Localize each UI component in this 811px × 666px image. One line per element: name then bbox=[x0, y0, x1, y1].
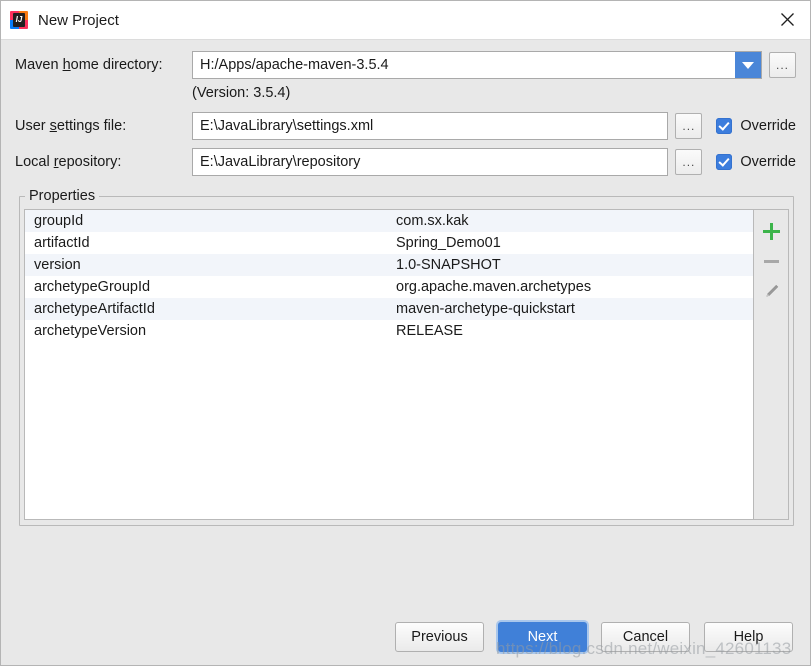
maven-home-browse-button[interactable]: ... bbox=[769, 52, 796, 78]
property-key: archetypeGroupId bbox=[25, 279, 393, 295]
checkbox-checked-icon bbox=[716, 154, 732, 170]
property-key: archetypeVersion bbox=[25, 323, 393, 339]
local-repository-row: Local repository: E:\JavaLibrary\reposit… bbox=[15, 148, 796, 176]
property-value: maven-archetype-quickstart bbox=[393, 301, 753, 317]
user-settings-input[interactable]: E:\JavaLibrary\settings.xml bbox=[192, 112, 668, 140]
previous-button[interactable]: Previous bbox=[395, 622, 484, 652]
property-value: Spring_Demo01 bbox=[393, 235, 753, 251]
user-settings-override-checkbox[interactable]: Override bbox=[716, 118, 796, 134]
property-value: 1.0-SNAPSHOT bbox=[393, 257, 753, 273]
chevron-down-icon[interactable] bbox=[735, 52, 761, 78]
close-icon[interactable] bbox=[764, 1, 810, 38]
property-key: artifactId bbox=[25, 235, 393, 251]
property-value: RELEASE bbox=[393, 323, 753, 339]
dialog-body: Maven home directory: H:/Apps/apache-mav… bbox=[1, 40, 810, 609]
local-repository-input[interactable]: E:\JavaLibrary\repository bbox=[192, 148, 668, 176]
properties-toolbar bbox=[753, 210, 788, 519]
table-row[interactable]: groupIdcom.sx.kak bbox=[25, 210, 753, 232]
properties-group-title: Properties bbox=[25, 188, 99, 205]
table-row[interactable]: archetypeArtifactIdmaven-archetype-quick… bbox=[25, 298, 753, 320]
property-key: version bbox=[25, 257, 393, 273]
minus-icon bbox=[764, 260, 779, 263]
maven-home-row: Maven home directory: H:/Apps/apache-mav… bbox=[15, 51, 796, 79]
pencil-icon bbox=[763, 283, 780, 300]
property-value: org.apache.maven.archetypes bbox=[393, 279, 753, 295]
user-settings-override-label: Override bbox=[740, 118, 796, 134]
add-property-button[interactable] bbox=[757, 216, 785, 246]
maven-home-label: Maven home directory: bbox=[15, 57, 192, 73]
local-repository-override-checkbox[interactable]: Override bbox=[716, 154, 796, 170]
table-row[interactable]: archetypeGroupIdorg.apache.maven.archety… bbox=[25, 276, 753, 298]
property-value: com.sx.kak bbox=[393, 213, 753, 229]
user-settings-browse-button[interactable]: ... bbox=[675, 113, 702, 139]
next-button[interactable]: Next bbox=[498, 622, 587, 652]
table-row[interactable]: version1.0-SNAPSHOT bbox=[25, 254, 753, 276]
table-row[interactable]: artifactIdSpring_Demo01 bbox=[25, 232, 753, 254]
cancel-button[interactable]: Cancel bbox=[601, 622, 690, 652]
maven-home-input[interactable]: H:/Apps/apache-maven-3.5.4 bbox=[193, 52, 735, 78]
local-repository-browse-button[interactable]: ... bbox=[675, 149, 702, 175]
user-settings-row: User settings file: E:\JavaLibrary\setti… bbox=[15, 112, 796, 140]
property-key: groupId bbox=[25, 213, 393, 229]
dialog-footer: Previous Next Cancel Help https://blog.c… bbox=[1, 609, 810, 665]
window-title: New Project bbox=[38, 12, 119, 29]
local-repository-label: Local repository: bbox=[15, 154, 192, 170]
maven-version-note: (Version: 3.5.4) bbox=[192, 85, 290, 101]
user-settings-label: User settings file: bbox=[15, 118, 192, 134]
properties-panel: groupIdcom.sx.kakartifactIdSpring_Demo01… bbox=[24, 209, 789, 520]
properties-group: Properties groupIdcom.sx.kakartifactIdSp… bbox=[19, 188, 794, 526]
properties-table[interactable]: groupIdcom.sx.kakartifactIdSpring_Demo01… bbox=[25, 210, 753, 519]
plus-icon bbox=[763, 223, 780, 240]
maven-home-combobox[interactable]: H:/Apps/apache-maven-3.5.4 bbox=[192, 51, 762, 79]
maven-version-row: (Version: 3.5.4) bbox=[15, 83, 796, 103]
intellij-idea-icon: IJ bbox=[10, 11, 28, 29]
remove-property-button[interactable] bbox=[757, 246, 785, 276]
table-row[interactable]: archetypeVersionRELEASE bbox=[25, 320, 753, 342]
property-key: archetypeArtifactId bbox=[25, 301, 393, 317]
edit-property-button[interactable] bbox=[757, 276, 785, 306]
help-button[interactable]: Help bbox=[704, 622, 793, 652]
local-repository-override-label: Override bbox=[740, 154, 796, 170]
new-project-dialog: IJ New Project Maven home directory: H:/… bbox=[0, 0, 811, 666]
checkbox-checked-icon bbox=[716, 118, 732, 134]
title-bar: IJ New Project bbox=[1, 1, 810, 40]
